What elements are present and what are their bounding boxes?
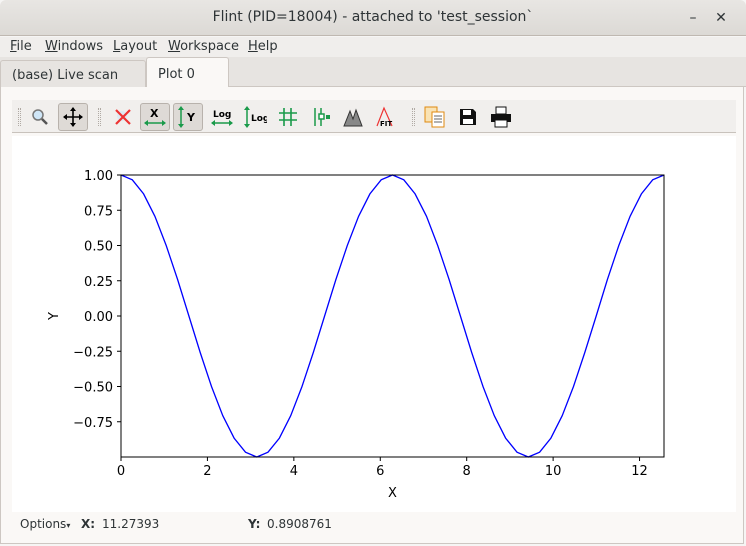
toolbar-handle[interactable] [18, 108, 21, 126]
menu-bar: File Windows Layout Workspace Help [0, 37, 746, 57]
title-bar: Flint (PID=18004) - attached to 'test_se… [0, 0, 746, 36]
minimize-icon[interactable]: – [683, 8, 703, 28]
line-chart[interactable]: 0 2 4 6 8 10 12 1.00 0.75 0.50 0.25 0.00 −0.25 −0.50 −… [12, 136, 736, 512]
copy-icon[interactable] [420, 103, 450, 131]
plot-frame [120, 174, 665, 458]
toolbar-separator [412, 108, 415, 126]
y-tick-label: 0.25 [84, 275, 113, 290]
x-tick-label: 2 [203, 464, 211, 479]
tab-live-scan[interactable]: (base) Live scan [0, 60, 146, 88]
y-autoscale-label: Y [186, 111, 196, 124]
grid-icon[interactable] [273, 103, 303, 131]
y-log-label: Log [251, 114, 267, 124]
x-tick-label: 12 [631, 464, 648, 479]
plot-toolbar: X Y Log Log FIT [12, 100, 736, 133]
options-label: Options [20, 517, 67, 531]
reset-zoom-icon[interactable] [108, 103, 138, 131]
plot-panel: X Y Log Log FIT 0 2 4 6 8 10 12 1.00 0.75 0.50 0.2… [0, 87, 744, 544]
menu-help[interactable]: Help [248, 39, 278, 54]
y-tick-label: 0.00 [84, 310, 113, 325]
plot-canvas[interactable]: 0 2 4 6 8 10 12 1.00 0.75 0.50 0.25 0.00 −0.25 −0.50 −… [12, 136, 736, 512]
series-line [120, 174, 665, 458]
x-log-icon[interactable]: Log [207, 103, 237, 131]
close-icon[interactable]: ✕ [711, 8, 731, 28]
x-log-label: Log [213, 110, 231, 120]
status-bar: Options▾ X: 11.27393 Y: 0.8908761 [1, 512, 745, 542]
x-autoscale-label: X [150, 107, 159, 120]
x-tick-label: 10 [545, 464, 562, 479]
x-tick-label: 0 [117, 464, 125, 479]
menu-workspace[interactable]: Workspace [168, 39, 239, 54]
y-tick-label: 0.50 [84, 240, 113, 255]
y-tick-label: 1.00 [84, 169, 113, 184]
toolbar-separator [98, 108, 101, 126]
menu-windows[interactable]: Windows [45, 39, 103, 54]
fit-icon[interactable]: FIT [371, 103, 401, 131]
fit-label: FIT [380, 120, 392, 128]
curve-style-icon[interactable] [306, 103, 336, 131]
y-tick-label: −0.50 [73, 381, 113, 396]
x-coord-value: 11.27393 [102, 517, 160, 531]
x-tick-label: 8 [463, 464, 471, 479]
save-icon[interactable] [453, 103, 483, 131]
y-axis-label: Y [47, 312, 62, 321]
y-autoscale-icon[interactable]: Y [173, 103, 203, 131]
y-tick-label: −0.75 [73, 416, 113, 431]
peak-icon[interactable] [338, 103, 368, 131]
tab-plot-0[interactable]: Plot 0 [146, 57, 229, 88]
y-log-icon[interactable]: Log [240, 103, 270, 131]
x-coord-label: X: [81, 517, 96, 531]
window-title: Flint (PID=18004) - attached to 'test_se… [212, 9, 534, 25]
x-tick-label: 4 [290, 464, 298, 479]
x-autoscale-icon[interactable]: X [140, 103, 170, 131]
y-tick-label: −0.25 [73, 345, 113, 360]
zoom-icon[interactable] [25, 103, 55, 131]
x-tick-label: 6 [376, 464, 384, 479]
tab-bar: (base) Live scan Plot 0 [0, 57, 746, 88]
pan-icon[interactable] [58, 103, 88, 131]
menu-layout[interactable]: Layout [113, 39, 157, 54]
options-menu-button[interactable]: Options▾ [20, 517, 70, 531]
menu-file[interactable]: File [10, 39, 32, 54]
y-coord-label: Y: [248, 517, 261, 531]
dropdown-arrow-icon: ▾ [66, 521, 71, 530]
x-axis-label: X [388, 486, 397, 501]
y-coord-value: 0.8908761 [267, 517, 332, 531]
y-tick-label: 0.75 [84, 204, 113, 219]
print-icon[interactable] [486, 103, 516, 131]
